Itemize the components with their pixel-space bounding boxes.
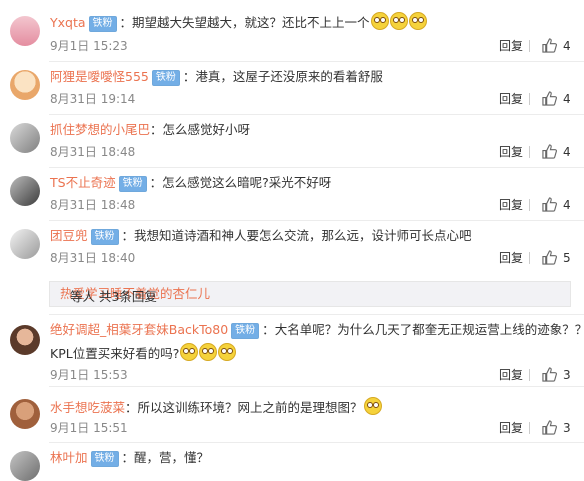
emoji-face-icon — [370, 12, 389, 30]
fan-badge[interactable]: 铁粉 — [118, 176, 147, 192]
comment-item: TS不止奇迹 铁粉 ：怎么感觉这么暗呢?采光不好呀 8月31日 18:48 回复 4 — [0, 168, 584, 220]
avatar[interactable] — [10, 176, 40, 206]
comment-item: 林叶加 铁粉 ：醒，营，懂？ — [0, 443, 584, 481]
comment-text: 怎么感觉这么暗呢?采光不好呀 — [162, 175, 332, 190]
comment-text: 醒，营，懂？ — [134, 450, 210, 465]
comment-time: 8月31日 18:48 — [50, 145, 136, 159]
comment-text: 大名单呢？为什么几天了都奎无正规运营上线的迹象？？ — [274, 322, 584, 337]
avatar[interactable] — [10, 451, 40, 481]
emoji-face-icon — [363, 397, 382, 415]
comment-item: 绝好调超_相葉牙套妹BackTo80 铁粉 ：大名单呢？为什么几天了都奎无正规运营上… — [0, 315, 584, 385]
divider — [529, 199, 530, 211]
comment-item: 抓住梦想的小尾巴：怎么感觉好小呀 8月31日 18:48 回复 4 — [0, 115, 584, 167]
comment-username[interactable]: 抓住梦想的小尾巴 — [50, 122, 150, 137]
comment-item: 阿狸是噯噯怪555 铁粉 ：港真，这屋子还没原来的看着舒服 8月31日 19:14 … — [0, 62, 584, 114]
like-count: 4 — [563, 145, 571, 159]
comment-text: 所以这训练环境？网上之前的是理想图？ — [137, 400, 363, 415]
divider — [529, 422, 530, 434]
comment-text: 期望越大失望越大，就这？还比不上上一个 — [132, 15, 370, 30]
like-count: 3 — [563, 368, 571, 382]
comment-item: Yxqta 铁粉 ：期望越大失望越大，就这？还比不上上一个 9月1日 15:23 回… — [0, 0, 584, 60]
sub-reply-summary[interactable]: 等人 共3条回复 — [70, 288, 157, 306]
comment-item: 团豆兜 铁粉 ：我想知道诗酒和神人要怎么交流，那么远，设计师可长点心吧 8月31日 … — [0, 221, 584, 273]
reply-button[interactable]: 回复 — [499, 91, 523, 107]
emoji-face-icon — [389, 12, 408, 30]
fan-badge[interactable]: 铁粉 — [90, 229, 119, 245]
comment-username[interactable]: 水手想吃菠菜 — [50, 400, 125, 415]
comment-text: 怎么感觉好小呀 — [162, 122, 251, 137]
like-count: 4 — [563, 198, 571, 212]
like-thumb-icon[interactable] — [542, 197, 557, 212]
divider — [529, 369, 530, 381]
comment-time: 9月1日 15:53 — [50, 368, 128, 382]
comment-text: 我想知道诗酒和神人要怎么交流，那么远，设计师可长点心吧 — [134, 228, 472, 243]
like-thumb-icon[interactable] — [542, 250, 557, 265]
like-thumb-icon[interactable] — [542, 91, 557, 106]
comment-text: 港真，这屋子还没原来的看着舒服 — [195, 69, 383, 84]
comment-time: 8月31日 18:48 — [50, 198, 136, 212]
comment-time: 8月31日 18:40 — [50, 251, 136, 265]
reply-button[interactable]: 回复 — [499, 38, 523, 54]
comment-username[interactable]: Yxqta — [50, 15, 86, 30]
emoji-face-icon — [199, 343, 218, 361]
like-count: 3 — [563, 421, 571, 435]
avatar[interactable] — [10, 229, 40, 259]
comment-username[interactable]: 团豆兜 — [50, 228, 88, 243]
reply-button[interactable]: 回复 — [499, 197, 523, 213]
like-thumb-icon[interactable] — [542, 420, 557, 435]
avatar[interactable] — [10, 399, 40, 429]
fan-badge[interactable]: 铁粉 — [231, 323, 260, 339]
emoji-face-icon — [408, 12, 427, 30]
like-count: 4 — [563, 92, 571, 106]
comment-time: 9月1日 15:23 — [50, 39, 128, 53]
fan-badge[interactable]: 铁粉 — [88, 16, 117, 32]
reply-button[interactable]: 回复 — [499, 144, 523, 160]
avatar[interactable] — [10, 70, 40, 100]
comment-time: 8月31日 19:14 — [50, 92, 136, 106]
like-count: 5 — [563, 251, 571, 265]
comment-username[interactable]: 绝好调超_相葉牙套妹BackTo80 — [50, 322, 228, 337]
avatar[interactable] — [10, 16, 40, 46]
reply-button[interactable]: 回复 — [499, 367, 523, 383]
comment-text-line2: KPL位置买来好看的吗? — [50, 346, 180, 361]
fan-badge[interactable]: 铁粉 — [90, 451, 119, 467]
divider — [529, 93, 530, 105]
like-thumb-icon[interactable] — [542, 38, 557, 53]
like-count: 4 — [563, 39, 571, 53]
fan-badge[interactable]: 铁粉 — [151, 70, 180, 86]
comment-time: 9月1日 15:51 — [50, 421, 128, 435]
comment-item: 水手想吃菠菜：所以这训练环境？网上之前的是理想图？ 9月1日 15:51 回复 … — [0, 387, 584, 439]
avatar[interactable] — [10, 325, 40, 355]
comment-username[interactable]: 阿狸是噯噯怪555 — [50, 69, 149, 84]
divider — [529, 146, 530, 158]
emoji-face-icon — [180, 343, 199, 361]
comment-username[interactable]: TS不止奇迹 — [50, 175, 116, 190]
divider — [529, 252, 530, 264]
reply-button[interactable]: 回复 — [499, 250, 523, 266]
avatar[interactable] — [10, 123, 40, 153]
sub-reply-box[interactable]: 热爱学习睡不着觉的杏仁儿 等人 共3条回复 — [49, 281, 571, 307]
divider — [529, 40, 530, 52]
emoji-face-icon — [218, 343, 237, 361]
comment-username[interactable]: 林叶加 — [50, 450, 88, 465]
like-thumb-icon[interactable] — [542, 367, 557, 382]
like-thumb-icon[interactable] — [542, 144, 557, 159]
reply-button[interactable]: 回复 — [499, 420, 523, 436]
